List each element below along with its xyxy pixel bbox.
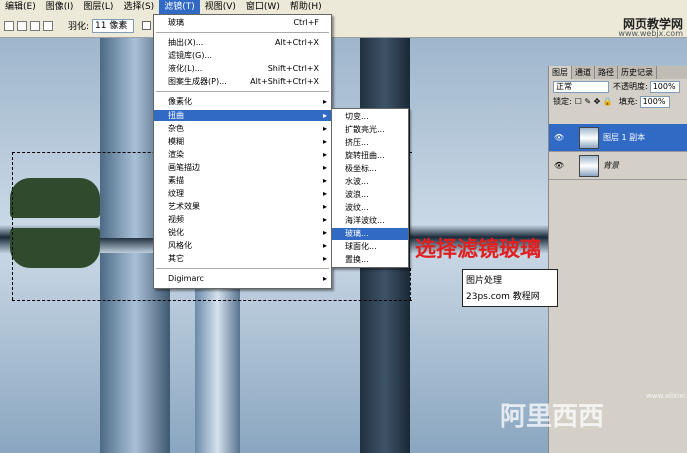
tab-paths[interactable]: 路径 (595, 66, 618, 79)
submenu-item-ocean-ripple[interactable]: 海洋波纹... (332, 215, 408, 227)
layer-thumbnail (579, 154, 599, 177)
tab-layers[interactable]: 图层 (549, 66, 572, 79)
submenu-item-glass[interactable]: 玻璃... (332, 228, 408, 240)
new-selection-icon[interactable] (4, 20, 14, 31)
submenu-item-zigzag[interactable]: 水波... (332, 176, 408, 188)
menu-select[interactable]: 选择(S) (118, 0, 159, 14)
menu-separator (156, 91, 329, 92)
tree-line (10, 178, 100, 218)
feather-input[interactable]: 11 像素 (92, 18, 135, 33)
menu-item-distort[interactable]: 扭曲 ▸ (154, 110, 331, 121)
submenu-item-displace[interactable]: 置换... (332, 254, 408, 266)
eye-icon[interactable]: 👁 (553, 133, 565, 142)
lock-label: 锁定: (553, 97, 572, 106)
menu-item-extract[interactable]: 抽出(X)... Alt+Ctrl+X (154, 37, 331, 48)
intersect-selection-icon[interactable] (43, 20, 53, 31)
info-box: 图片处理 23ps.com 教程网 (462, 269, 558, 307)
layer-name: 图层 1 副本 (603, 133, 646, 142)
submenu-item-wave[interactable]: 波浪... (332, 189, 408, 201)
options-bar: 羽化: 11 像素 消除 网页教学网 www.webjx.com (0, 14, 687, 38)
tutorial-annotation: 选择滤镜玻璃 (415, 237, 541, 261)
menu-filter[interactable]: 滤镜(T) (159, 0, 200, 14)
info-box-line2: 23ps.com 教程网 (466, 292, 540, 302)
tab-history[interactable]: 历史记录 (618, 66, 657, 79)
menu-edit[interactable]: 编辑(E) (0, 0, 41, 14)
add-selection-icon[interactable] (17, 20, 27, 31)
bottom-watermark: 阿里西西 (500, 402, 605, 432)
watermark-url: www.webjx.com (618, 29, 683, 38)
bottom-watermark-url: www.alixixi.com (646, 392, 687, 400)
menu-layer[interactable]: 图层(L) (78, 0, 118, 14)
menu-item-filter-gallery[interactable]: 滤镜库(G)... (154, 50, 331, 61)
menu-item-other[interactable]: 其它 ▸ (154, 253, 331, 264)
menu-item-render[interactable]: 渲染 ▸ (154, 149, 331, 160)
menu-item-brush-strokes[interactable]: 画笔描边 ▸ (154, 162, 331, 173)
filter-menu: 玻璃 Ctrl+F 抽出(X)... Alt+Ctrl+X 滤镜库(G)... 液化… (153, 14, 332, 289)
menu-item-artistic[interactable]: 艺术效果 ▸ (154, 201, 331, 212)
selection-right-edge (410, 268, 411, 300)
panel-tabs: 图层 通道 路径 历史记录 (549, 66, 687, 79)
submenu-item-polar-coordinates[interactable]: 极坐标... (332, 163, 408, 175)
layer-row-copy[interactable]: 👁 图层 1 副本 (549, 124, 687, 152)
selection-left-edge (12, 152, 13, 300)
opacity-input[interactable]: 100% (649, 80, 680, 93)
menu-item-texture[interactable]: 纹理 ▸ (154, 188, 331, 199)
feather-label: 羽化: (68, 22, 90, 32)
menu-item-noise[interactable]: 杂色 ▸ (154, 123, 331, 134)
menu-item-blur[interactable]: 模糊 ▸ (154, 136, 331, 147)
layer-row-background[interactable]: 👁 背景 (549, 152, 687, 180)
menu-item-pixelate[interactable]: 像素化 ▸ (154, 96, 331, 107)
menu-item-pattern-maker[interactable]: 图案生成器(P)... Alt+Shift+Ctrl+X (154, 76, 331, 87)
subtract-selection-icon[interactable] (30, 20, 40, 31)
menu-separator (156, 268, 329, 269)
menu-item-video[interactable]: 视频 ▸ (154, 214, 331, 225)
fill-input[interactable]: 100% (639, 95, 670, 108)
submenu-item-spherize[interactable]: 球面化... (332, 241, 408, 253)
menu-item-sketch[interactable]: 素描 ▸ (154, 175, 331, 186)
menu-item-liquify[interactable]: 液化(L)... Shift+Ctrl+X (154, 63, 331, 74)
tab-channels[interactable]: 通道 (572, 66, 595, 79)
selection-bottom-edge (12, 300, 412, 301)
menu-item-last-filter[interactable]: 玻璃 Ctrl+F (154, 17, 331, 28)
submenu-item-shear[interactable]: 切变... (332, 111, 408, 123)
menu-help[interactable]: 帮助(H) (285, 0, 327, 14)
distort-submenu: 切变... 扩散亮光... 挤压... 旋转扭曲... 极坐标... 水波...… (331, 108, 409, 268)
opacity-label: 不透明度: (613, 82, 648, 91)
fill-label: 填充: (618, 97, 638, 106)
tree-line-reflection (10, 228, 100, 268)
submenu-item-twirl[interactable]: 旋转扭曲... (332, 150, 408, 162)
menu-view[interactable]: 视图(V) (200, 0, 241, 14)
submenu-item-diffuse-glow[interactable]: 扩散亮光... (332, 124, 408, 136)
blend-row: 正常 不透明度: 100% (549, 79, 687, 94)
eye-icon[interactable]: 👁 (553, 161, 565, 170)
submenu-item-pinch[interactable]: 挤压... (332, 137, 408, 149)
site-watermark: 网页教学网 www.webjx.com (618, 18, 683, 38)
menu-bar: 编辑(E) 图像(I) 图层(L) 选择(S) 滤镜(T) 视图(V) 窗口(W… (0, 0, 687, 14)
menu-item-stylize[interactable]: 风格化 ▸ (154, 240, 331, 251)
menu-window[interactable]: 窗口(W) (241, 0, 285, 14)
menu-separator (156, 32, 329, 33)
antialias-checkbox[interactable] (142, 21, 152, 30)
menu-item-digimarc[interactable]: Digimarc ▸ (154, 273, 331, 284)
menu-item-sharpen[interactable]: 锐化 ▸ (154, 227, 331, 238)
info-box-line1: 图片处理 (466, 276, 503, 286)
blend-mode-select[interactable]: 正常 (553, 80, 609, 93)
lock-row: 锁定: ☐ ✎ ✥ 🔒 填充: 100% (549, 94, 687, 109)
layer-name: 背景 (603, 161, 619, 170)
lock-icons[interactable]: ☐ ✎ ✥ 🔒 (575, 97, 613, 106)
layer-thumbnail (579, 126, 599, 149)
menu-image[interactable]: 图像(I) (41, 0, 79, 14)
submenu-item-ripple[interactable]: 波纹... (332, 202, 408, 214)
